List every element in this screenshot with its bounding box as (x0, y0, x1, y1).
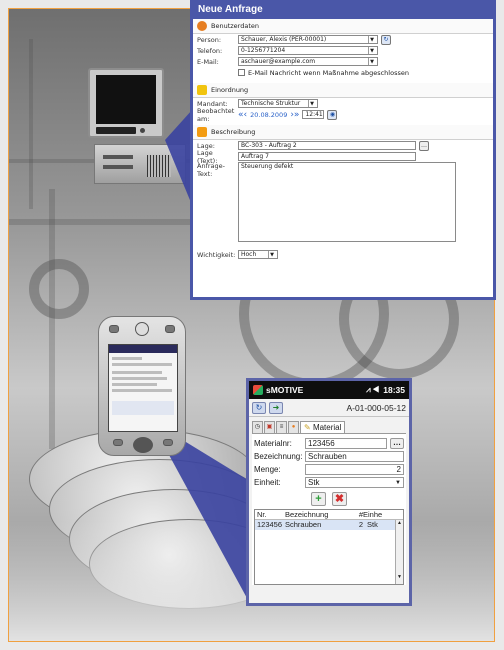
mobile-toolbar: ↻ ➜ A-01-000-05-12 (249, 399, 409, 417)
tab-clock-icon[interactable]: ◷ (252, 421, 263, 433)
mobile-material-window: sMOTIVE ⩘ ◀ 18:35 ↻ ➜ A-01-000-05-12 ◷ ▣… (246, 378, 412, 606)
window-title: Neue Anfrage (193, 2, 493, 19)
add-material-button[interactable]: + (311, 492, 326, 506)
unit-select[interactable]: Stk ▼ (305, 477, 404, 488)
unit-row: Einheit: Stk ▼ (254, 476, 404, 489)
tab-list-icon[interactable]: ≡ (276, 421, 287, 433)
location-input[interactable]: BC-303 - Auftrag 2 (238, 141, 416, 150)
section-description: Beschreibung (193, 125, 493, 140)
tools-icon: ✎ (304, 423, 311, 432)
app-logo-icon (253, 385, 263, 395)
location-row: Lage: BC-303 - Auftrag 2 … (197, 140, 429, 151)
material-lookup-button[interactable]: … (390, 438, 404, 449)
forward-button[interactable]: ➜ (269, 401, 283, 414)
user-icon (197, 21, 207, 31)
material-nr-row: Materialnr: 123456 … (254, 437, 404, 450)
section-entry: Einordnung (193, 83, 493, 98)
priority-row: Wichtigkeit: Hoch ▼ (193, 249, 493, 260)
quantity-row: Menge: 2 (254, 463, 404, 476)
description-input[interactable]: Schrauben (305, 451, 404, 462)
table-scrollbar[interactable]: ▲ ▼ (395, 520, 403, 584)
material-table: Nr. Bezeichnung # Einhe 123456 Schrauben… (254, 509, 404, 585)
material-actions: + ✖ (254, 492, 404, 506)
material-nr-input[interactable]: 123456 (305, 438, 387, 449)
person-lookup-button[interactable]: ↻ (381, 34, 391, 45)
email-row: E-Mail: aschauer@example.com ▼ (193, 56, 493, 67)
phone-select[interactable]: 0-1256771204 ▼ (238, 46, 378, 55)
mobile-titlebar: sMOTIVE ⩘ ◀ 18:35 (249, 381, 409, 399)
priority-select[interactable]: Hoch ▼ (238, 250, 278, 259)
desktop-request-window: Neue Anfrage Benutzerdaten Person: Schau… (190, 0, 496, 300)
calendar-button[interactable]: ◉ (327, 109, 338, 120)
chevron-down-icon: ▼ (368, 58, 375, 65)
folder-icon (197, 85, 207, 95)
quantity-input[interactable]: 2 (305, 464, 404, 475)
client-row: Mandant: Technische Struktur ▼ (193, 98, 493, 109)
date-value[interactable]: 20.08.2009 (250, 111, 287, 119)
pda-top-button-center (135, 322, 149, 336)
pda-top-button-right (165, 325, 175, 333)
tab-user-icon[interactable]: ● (288, 421, 299, 433)
chevron-down-icon: ▼ (268, 251, 275, 258)
request-text-area[interactable]: Steuerung defekt (238, 162, 456, 242)
phone-row: Telefon: 0-1256771204 ▼ (193, 45, 493, 56)
location-text-row: Lage (Text): Auftrag 7 (193, 149, 493, 165)
email-notify-checkbox[interactable] (238, 69, 245, 76)
table-row[interactable]: 123456 Schrauben 2 Stk (255, 520, 403, 530)
email-select[interactable]: aschauer@example.com ▼ (238, 57, 378, 66)
signal-icon: ⩘ ◀ (366, 385, 380, 394)
pda-button-right (163, 439, 173, 446)
chevron-down-icon: ▼ (308, 100, 315, 107)
note-icon (197, 127, 207, 137)
pda-top-button-left (109, 325, 119, 333)
sync-button[interactable]: ↻ (252, 401, 266, 414)
chevron-down-icon: ▼ (368, 47, 375, 54)
tab-material[interactable]: ✎ Material (300, 421, 346, 433)
email-notify-row: E-Mail Nachricht wenn Maßnahme abgeschlo… (193, 67, 493, 78)
mobile-tabs: ◷ ▣ ≡ ● ✎ Material (249, 417, 409, 433)
section-requester: Benutzerdaten (193, 19, 493, 34)
pda-dpad (133, 437, 153, 453)
client-select[interactable]: Technische Struktur ▼ (238, 99, 318, 108)
pda-screen (108, 344, 178, 432)
pda-device (98, 316, 186, 456)
person-select[interactable]: Schauer, Alexis (PER-00001) ▼ (238, 35, 378, 44)
location-text-input[interactable]: Auftrag 7 (238, 152, 416, 161)
request-text-row: Anfrage-Text: Steuerung defekt (193, 162, 493, 244)
tab-doc-icon[interactable]: ▣ (264, 421, 275, 433)
date-row: Beobachtet am: «‹ 20.08.2009 ›» 12:41 ◉ (193, 107, 493, 123)
time-input[interactable]: 12:41 (302, 110, 325, 119)
location-lookup-button[interactable]: … (419, 140, 429, 151)
pda-button-left (113, 439, 123, 446)
record-id: A-01-000-05-12 (346, 402, 406, 413)
table-header: Nr. Bezeichnung # Einhe (255, 510, 403, 520)
clock: 18:35 (383, 385, 405, 395)
app-name: sMOTIVE (266, 385, 304, 395)
person-row: Person: Schauer, Alexis (PER-00001) ▼ ↻ (193, 34, 493, 45)
next-date-button[interactable]: ›» (290, 110, 299, 120)
chevron-down-icon: ▼ (368, 36, 375, 43)
delete-material-button[interactable]: ✖ (332, 492, 347, 506)
material-form: Materialnr: 123456 … Bezeichnung: Schrau… (252, 433, 406, 585)
description-row: Bezeichnung: Schrauben (254, 450, 404, 463)
chevron-down-icon: ▼ (395, 480, 401, 486)
prev-date-button[interactable]: «‹ (238, 110, 247, 120)
